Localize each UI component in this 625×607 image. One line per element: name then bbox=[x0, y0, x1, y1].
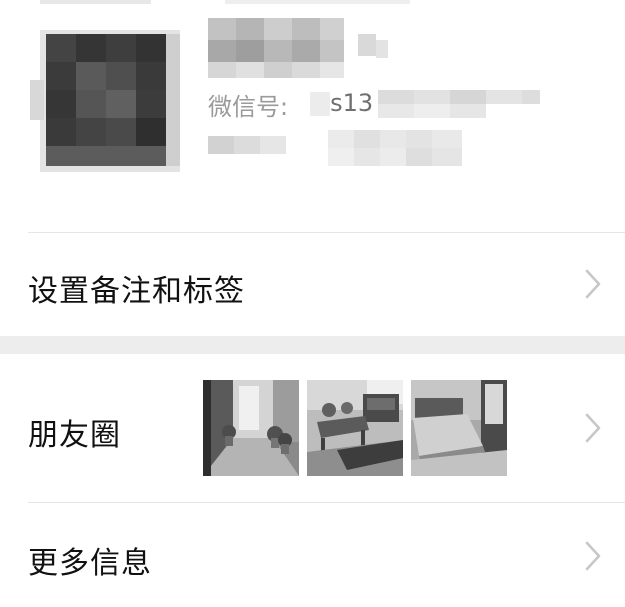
more-info-cell[interactable]: 更多信息 bbox=[0, 502, 625, 607]
more-info-label: 更多信息 bbox=[28, 546, 152, 581]
divider bbox=[28, 232, 625, 233]
moments-label: 朋友圈 bbox=[28, 418, 121, 453]
avatar[interactable] bbox=[30, 20, 182, 172]
moments-photo[interactable] bbox=[203, 380, 299, 476]
chevron-right-icon bbox=[585, 413, 601, 443]
divider bbox=[28, 502, 625, 503]
moments-cell[interactable]: 朋友圈 bbox=[0, 354, 625, 502]
wechat-id-row: 微信号: s13 bbox=[208, 86, 542, 122]
moments-photo[interactable] bbox=[411, 380, 507, 476]
wechat-id-label: 微信号: bbox=[208, 92, 289, 121]
moments-photo-strip bbox=[203, 380, 507, 476]
set-remark-and-tags-label: 设置备注和标签 bbox=[28, 274, 245, 309]
nickname-redacted bbox=[208, 18, 394, 82]
contact-profile-header: 微信号: s13 bbox=[0, 0, 625, 232]
set-remark-and-tags-cell[interactable]: 设置备注和标签 bbox=[0, 232, 625, 336]
section-separator bbox=[0, 336, 625, 354]
region-redacted bbox=[208, 130, 468, 170]
chevron-right-icon bbox=[585, 541, 601, 571]
chevron-right-icon bbox=[585, 269, 601, 299]
moments-photo[interactable] bbox=[307, 380, 403, 476]
wechat-id-value-redacted: s13 bbox=[296, 86, 542, 122]
wechat-id-visible-fragment: s13 bbox=[330, 89, 374, 117]
scroll-edge-sliver bbox=[40, 0, 410, 4]
